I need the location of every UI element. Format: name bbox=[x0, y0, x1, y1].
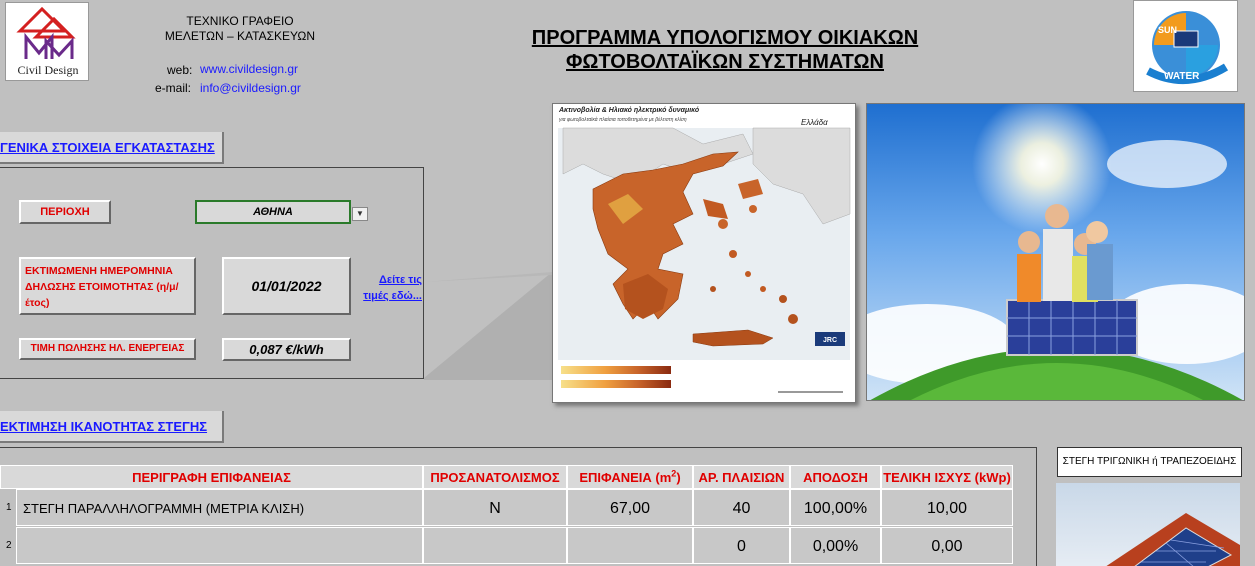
row-panels: 40 bbox=[693, 489, 790, 526]
row-number: 1 bbox=[6, 502, 12, 513]
tab-roof-capacity[interactable]: ΕΚΤΙΜΗΣΗ ΙΚΑΝΟΤΗΤΑΣ ΣΤΕΓΗΣ bbox=[0, 411, 224, 443]
row-orientation[interactable] bbox=[423, 527, 567, 564]
col-header-panels: ΑΡ. ΠΛΑΙΣΙΩΝ bbox=[693, 465, 790, 489]
col-header-orientation: ΠΡΟΣΑΝΑΤΟΛΙΣΜΟΣ bbox=[423, 465, 567, 489]
region-select[interactable]: ΑΘΗΝΑ bbox=[195, 200, 351, 224]
row-efficiency: 0,00% bbox=[790, 527, 881, 564]
row-power: 0,00 bbox=[881, 527, 1013, 564]
row-orientation[interactable]: N bbox=[423, 489, 567, 526]
col-header-area: ΕΠΙΦΑΝΕΙΑ (m2) bbox=[567, 465, 693, 489]
row-area[interactable]: 67,00 bbox=[567, 489, 693, 526]
price-label: ΤΙΜΗ ΠΩΛΗΣΗΣ ΗΛ. ΕΝΕΡΓΕΙΑΣ bbox=[19, 338, 196, 360]
company-line2: ΜΕΛΕΤΩΝ – ΚΑΤΑΣΚΕΥΩΝ bbox=[164, 29, 316, 43]
row-description[interactable] bbox=[16, 527, 423, 564]
email-link[interactable]: info@civildesign.gr bbox=[200, 81, 301, 95]
roof-type-label: ΣΤΕΓΗ ΤΡΙΓΩΝΙΚΗ ή ΤΡΑΠΕΖΟΕΙΔΗΣ bbox=[1057, 447, 1242, 477]
title-line2: ΦΩΤΟΒΟΛΤΑΪΚΩΝ ΣΥΣΤΗΜΑΤΩΝ bbox=[566, 51, 884, 73]
row-panels: 0 bbox=[693, 527, 790, 564]
col-header-description: ΠΕΡΙΓΡΑΦΗ ΕΠΙΦΑΝΕΙΑΣ bbox=[0, 465, 423, 489]
tab-general-info[interactable]: ΓΕΝΙΚΑ ΣΤΟΙΧΕΙΑ ΕΓΚΑΤΑΣΤΑΣΗΣ bbox=[0, 132, 224, 164]
readiness-date-label: ΕΚΤΙΜΩΜΕΝΗ ΗΜΕΡΟΜΗΝΙΑ ΔΗΛΩΣΗΣ ΕΤΟΙΜΟΤΗΤΑ… bbox=[19, 257, 196, 315]
title-line1: ΠΡΟΓΡΑΜΜΑ ΥΠΟΛΟΓΙΣΜΟΥ ΟΙΚΙΑΚΩΝ bbox=[531, 27, 919, 49]
chevron-down-icon[interactable]: ▼ bbox=[352, 207, 368, 221]
col-header-efficiency: ΑΠΟΔΟΣΗ bbox=[790, 465, 881, 489]
see-prices-link[interactable]: Δείτε τις τιμές εδώ... bbox=[356, 272, 422, 304]
solar-roof-graphic bbox=[1106, 513, 1240, 566]
logo-text: Civil Design bbox=[17, 63, 79, 77]
company-name: ΤΕΧΝΙΚΟ ΓΡΑΦΕΙΟ ΜΕΛΕΤΩΝ – ΚΑΤΑΣΚΕΥΩΝ bbox=[140, 14, 340, 44]
irradiation-map: Ακτινοβολία & Ηλιακό ηλεκτρικό δυναμικό … bbox=[552, 103, 856, 403]
roof-section-title: ΕΚΤΙΜΗΣΗ ΙΚΑΝΟΤΗΤΑΣ ΣΤΕΓΗΣ bbox=[0, 419, 208, 434]
col-header-power: ΤΕΛΙΚΗ ΙΣΧΥΣ (kWp) bbox=[881, 465, 1013, 489]
area-header-close: ) bbox=[676, 470, 681, 485]
logo-sun-text: SUN bbox=[1158, 25, 1177, 35]
area-header-text: ΕΠΙΦΑΝΕΙΑ (m bbox=[579, 470, 672, 485]
logo-water-text: WATER bbox=[1164, 71, 1200, 82]
row-efficiency: 100,00% bbox=[790, 489, 881, 526]
region-label: ΠΕΡΙΟΧΗ bbox=[19, 200, 111, 224]
general-section-title: ΓΕΝΙΚΑ ΣΤΟΙΧΕΙΑ ΕΓΚΑΤΑΣΤΑΣΗΣ bbox=[0, 140, 215, 155]
row-area[interactable] bbox=[567, 527, 693, 564]
house-roof-photo bbox=[1056, 483, 1240, 566]
row-power: 10,00 bbox=[881, 489, 1013, 526]
page-title: ΠΡΟΓΡΑΜΜΑ ΥΠΟΛΟΓΙΣΜΟΥ ΟΙΚΙΑΚΩΝ ΦΩΤΟΒΟΛΤΑ… bbox=[470, 26, 980, 74]
row-number: 2 bbox=[6, 540, 12, 551]
sun-water-logo: SUN WATER bbox=[1133, 0, 1238, 92]
row-description[interactable]: ΣΤΕΓΗ ΠΑΡΑΛΛΗΛΟΓΡΑΜΜΗ (ΜΕΤΡΙΑ ΚΛΙΣΗ) bbox=[16, 489, 423, 526]
web-label: web: bbox=[167, 63, 193, 77]
web-link[interactable]: www.civildesign.gr bbox=[200, 62, 298, 76]
house-logo-icon bbox=[16, 6, 76, 59]
email-label: e-mail: bbox=[155, 81, 192, 95]
header-bar: Civil Design ΤΕΧΝΙΚΟ ΓΡΑΦΕΙΟ ΜΕΛΕΤΩΝ – Κ… bbox=[0, 0, 1255, 98]
price-value: 0,087 €/kWh bbox=[222, 338, 351, 361]
greece-map-graphic: JRC bbox=[558, 127, 851, 393]
family-solar-photo-graphic bbox=[867, 104, 1244, 400]
sun-water-logo-icon: SUN WATER bbox=[1146, 11, 1229, 84]
family-solar-photo bbox=[866, 103, 1245, 401]
company-line1: ΤΕΧΝΙΚΟ ΓΡΑΦΕΙΟ bbox=[186, 14, 294, 28]
jrc-logo-text: JRC bbox=[823, 337, 837, 344]
readiness-date-input[interactable]: 01/01/2022 bbox=[222, 257, 351, 315]
civil-design-logo: Civil Design bbox=[5, 2, 89, 81]
